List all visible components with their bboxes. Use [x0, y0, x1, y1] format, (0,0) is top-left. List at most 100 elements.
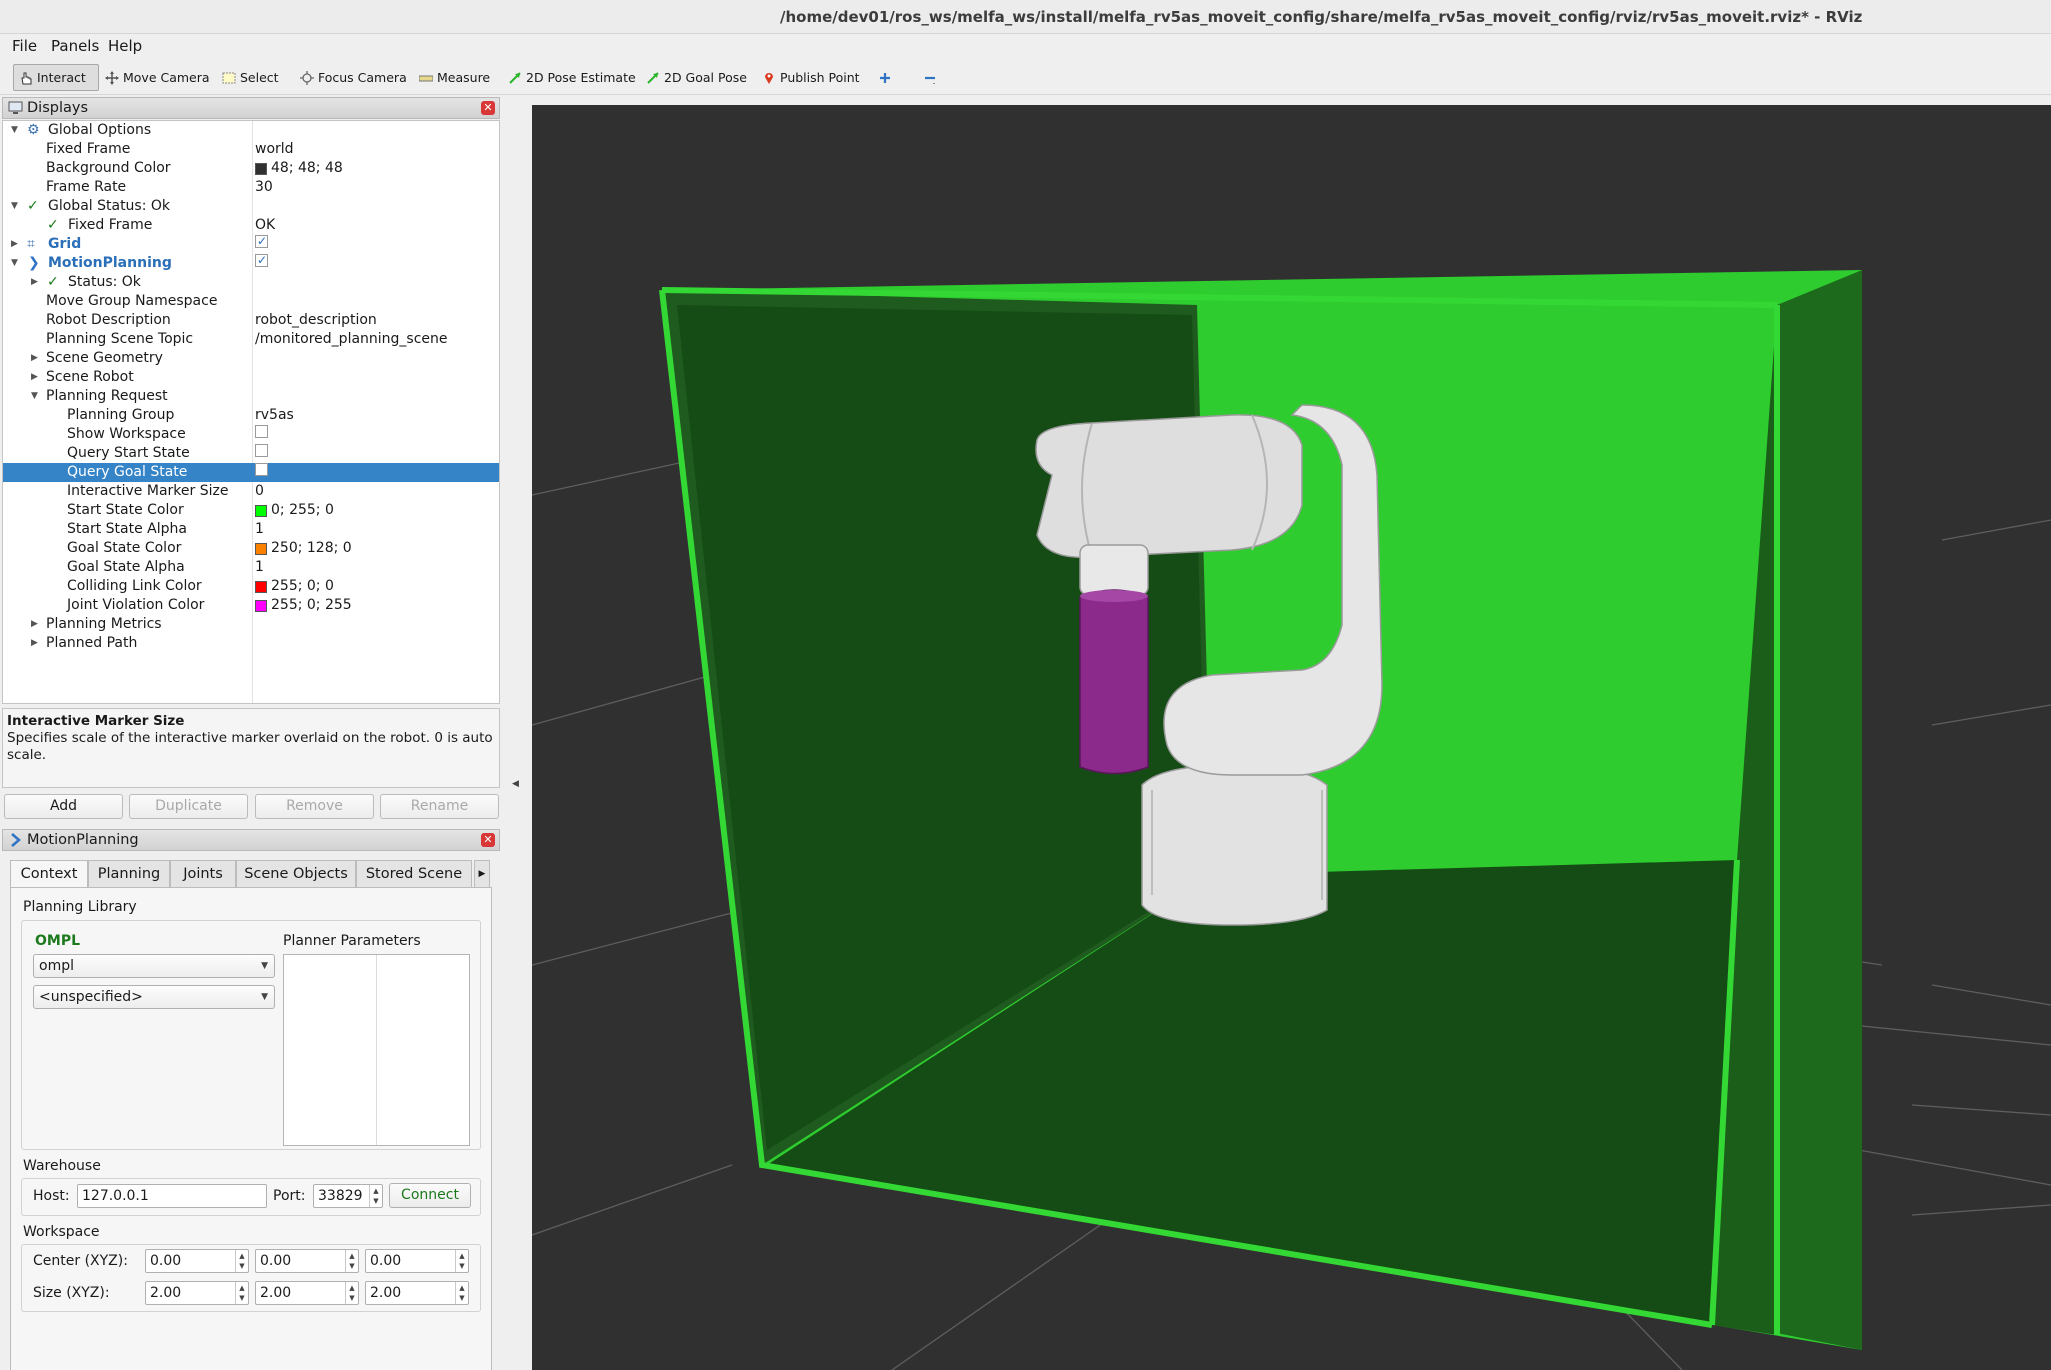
tree-row-query-start-state[interactable]: Query Start State — [3, 444, 499, 463]
tree-value-color[interactable]: 255; 0; 0 — [255, 577, 334, 596]
move-camera-tool[interactable]: Move Camera — [100, 64, 215, 91]
tree-row-planning-group[interactable]: Planning Group rv5as — [3, 406, 499, 425]
connect-button[interactable]: Connect — [389, 1183, 471, 1208]
planning-library-combo[interactable]: ompl ▼ — [33, 954, 275, 978]
tree-row-planning-scene-topic[interactable]: Planning Scene Topic /monitored_planning… — [3, 330, 499, 349]
tree-row-motion-planning[interactable]: ▼ ❯ MotionPlanning — [3, 251, 499, 273]
tree-value[interactable]: 1 — [255, 558, 264, 577]
spin-arrows-icon[interactable]: ▲ ▼ — [345, 1282, 358, 1304]
tree-row-scene-robot[interactable]: ▶ Scene Robot — [3, 368, 499, 387]
tree-row-global-options[interactable]: ▼ ⚙ Global Options — [3, 121, 499, 140]
expand-arrow-icon[interactable]: ▼ — [31, 387, 38, 406]
planner-parameters-table[interactable] — [283, 954, 470, 1146]
tree-row-start-state-alpha[interactable]: Start State Alpha 1 — [3, 520, 499, 539]
spin-arrows-icon[interactable]: ▲ ▼ — [455, 1250, 468, 1272]
tree-row-global-status[interactable]: ▼ ✓ Global Status: Ok — [3, 197, 499, 216]
tree-row-fixed-frame-status[interactable]: ✓ Fixed Frame OK — [3, 216, 499, 235]
tree-value[interactable]: rv5as — [255, 406, 294, 425]
tree-value[interactable]: 1 — [255, 520, 264, 539]
center-x-spinbox[interactable]: 0.00 ▲ ▼ — [145, 1249, 249, 1273]
spin-arrows-icon[interactable]: ▲ ▼ — [455, 1282, 468, 1304]
tab-scroll-right-icon[interactable]: ▶ — [474, 860, 490, 888]
query-goal-state-checkbox[interactable] — [255, 463, 268, 476]
tree-row-fixed-frame[interactable]: Fixed Frame world — [3, 140, 499, 159]
rename-button[interactable]: Rename — [380, 794, 499, 819]
select-tool[interactable]: Select — [217, 64, 284, 91]
tree-value[interactable]: robot_description — [255, 311, 377, 330]
show-workspace-checkbox[interactable] — [255, 425, 268, 438]
host-input[interactable]: 127.0.0.1 — [77, 1184, 267, 1208]
center-z-spinbox[interactable]: 0.00 ▲ ▼ — [365, 1249, 469, 1273]
goal-pose-tool[interactable]: 2D Goal Pose — [641, 64, 752, 91]
size-x-spinbox[interactable]: 2.00 ▲ ▼ — [145, 1281, 249, 1305]
publish-point-tool[interactable]: Publish Point — [757, 64, 865, 91]
remove-button[interactable]: Remove — [255, 794, 374, 819]
motion-planning-close-icon[interactable]: ✕ — [481, 833, 495, 847]
tree-row-robot-description[interactable]: Robot Description robot_description — [3, 311, 499, 330]
tree-row-planning-request[interactable]: ▼ Planning Request — [3, 387, 499, 406]
tree-value[interactable]: /monitored_planning_scene — [255, 330, 448, 349]
tab-joints[interactable]: Joints — [170, 860, 236, 888]
spin-arrows-icon[interactable]: ▲ ▼ — [369, 1185, 382, 1207]
collapse-arrow-icon[interactable]: ▶ — [31, 368, 38, 387]
spin-arrows-icon[interactable]: ▲ ▼ — [235, 1282, 248, 1304]
collapse-arrow-icon[interactable]: ▶ — [31, 634, 38, 653]
tree-row-joint-violation-color[interactable]: Joint Violation Color 255; 0; 255 — [3, 596, 499, 615]
tab-scene-objects[interactable]: Scene Objects — [236, 860, 356, 888]
collapse-arrow-icon[interactable]: ▶ — [31, 349, 38, 368]
tree-row-move-group-namespace[interactable]: Move Group Namespace — [3, 292, 499, 311]
tree-row-query-goal-state[interactable]: Query Goal State — [3, 463, 499, 482]
tree-row-start-state-color[interactable]: Start State Color 0; 255; 0 — [3, 501, 499, 520]
collapse-left-icon[interactable]: ◀ — [512, 779, 519, 789]
motion-planning-enabled-checkbox[interactable] — [255, 251, 268, 270]
expand-arrow-icon[interactable]: ▼ — [11, 254, 18, 273]
expand-arrow-icon[interactable]: ▼ — [11, 197, 18, 216]
expand-arrow-icon[interactable]: ▼ — [11, 121, 18, 140]
collapse-arrow-icon[interactable]: ▶ — [31, 273, 38, 292]
add-button[interactable]: Add — [4, 794, 123, 819]
tree-value-color[interactable]: 0; 255; 0 — [255, 501, 334, 520]
size-z-spinbox[interactable]: 2.00 ▲ ▼ — [365, 1281, 469, 1305]
tree-row-show-workspace[interactable]: Show Workspace — [3, 425, 499, 444]
menu-help[interactable]: Help — [108, 37, 142, 55]
remove-tool-button[interactable] — [918, 64, 942, 91]
tree-row-frame-rate[interactable]: Frame Rate 30 — [3, 178, 499, 197]
tree-value[interactable]: 0 — [255, 482, 264, 501]
tree-value-color[interactable]: 255; 0; 255 — [255, 596, 352, 615]
interact-tool[interactable]: Interact — [13, 64, 99, 91]
tree-row-grid[interactable]: ▶ ⌗ Grid — [3, 232, 499, 254]
focus-camera-tool[interactable]: Focus Camera — [295, 64, 412, 91]
size-y-spinbox[interactable]: 2.00 ▲ ▼ — [255, 1281, 359, 1305]
tree-row-interactive-marker-size[interactable]: Interactive Marker Size 0 — [3, 482, 499, 501]
collapse-arrow-icon[interactable]: ▶ — [31, 615, 38, 634]
spin-arrows-icon[interactable]: ▲ ▼ — [235, 1250, 248, 1272]
3d-viewport[interactable] — [532, 105, 2051, 1370]
tree-row-background-color[interactable]: Background Color 48; 48; 48 — [3, 159, 499, 178]
tree-row-planning-metrics[interactable]: ▶ Planning Metrics — [3, 615, 499, 634]
pose-estimate-tool[interactable]: 2D Pose Estimate — [503, 64, 641, 91]
tree-row-scene-geometry[interactable]: ▶ Scene Geometry — [3, 349, 499, 368]
tree-row-colliding-link-color[interactable]: Colliding Link Color 255; 0; 0 — [3, 577, 499, 596]
center-y-spinbox[interactable]: 0.00 ▲ ▼ — [255, 1249, 359, 1273]
planner-combo[interactable]: <unspecified> ▼ — [33, 985, 275, 1009]
port-spinbox[interactable]: 33829 ▲ ▼ — [313, 1184, 383, 1208]
tree-value-color[interactable]: 250; 128; 0 — [255, 539, 352, 558]
tree-row-goal-state-alpha[interactable]: Goal State Alpha 1 — [3, 558, 499, 577]
tab-context[interactable]: Context — [10, 860, 88, 889]
measure-tool[interactable]: Measure — [414, 64, 495, 91]
grid-enabled-checkbox[interactable] — [255, 232, 268, 251]
add-tool-button[interactable] — [873, 64, 897, 91]
menu-file[interactable]: File — [12, 37, 37, 55]
tree-row-status[interactable]: ▶ ✓ Status: Ok — [3, 273, 499, 292]
displays-close-icon[interactable]: ✕ — [481, 101, 495, 115]
tree-row-goal-state-color[interactable]: Goal State Color 250; 128; 0 — [3, 539, 499, 558]
tab-stored-scenes[interactable]: Stored Scene — [356, 860, 472, 888]
menu-panels[interactable]: Panels — [51, 37, 99, 55]
tree-value[interactable]: 30 — [255, 178, 273, 197]
tab-planning[interactable]: Planning — [88, 860, 170, 888]
tree-value[interactable]: world — [255, 140, 294, 159]
tree-row-planned-path[interactable]: ▶ Planned Path — [3, 634, 499, 653]
collapse-arrow-icon[interactable]: ▶ — [11, 235, 18, 254]
tree-value-color[interactable]: 48; 48; 48 — [255, 159, 343, 178]
dock-splitter[interactable]: ◀ — [500, 95, 532, 1370]
